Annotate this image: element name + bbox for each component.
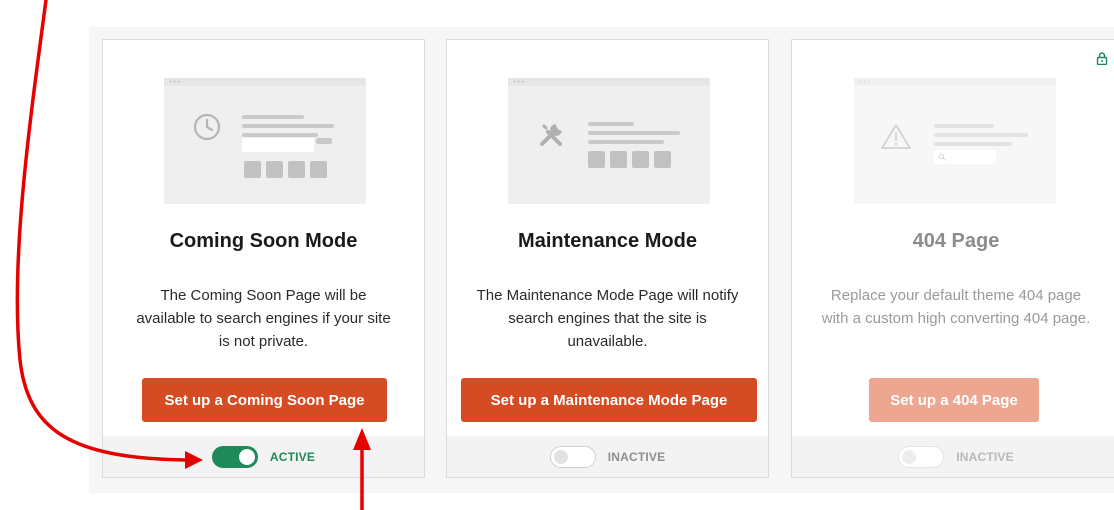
annotation-arrows [15, 0, 371, 510]
annotation-arrow-curve [15, 0, 187, 462]
annotation-arrowhead-right [185, 451, 203, 469]
annotation-arrowhead-up [353, 428, 371, 450]
